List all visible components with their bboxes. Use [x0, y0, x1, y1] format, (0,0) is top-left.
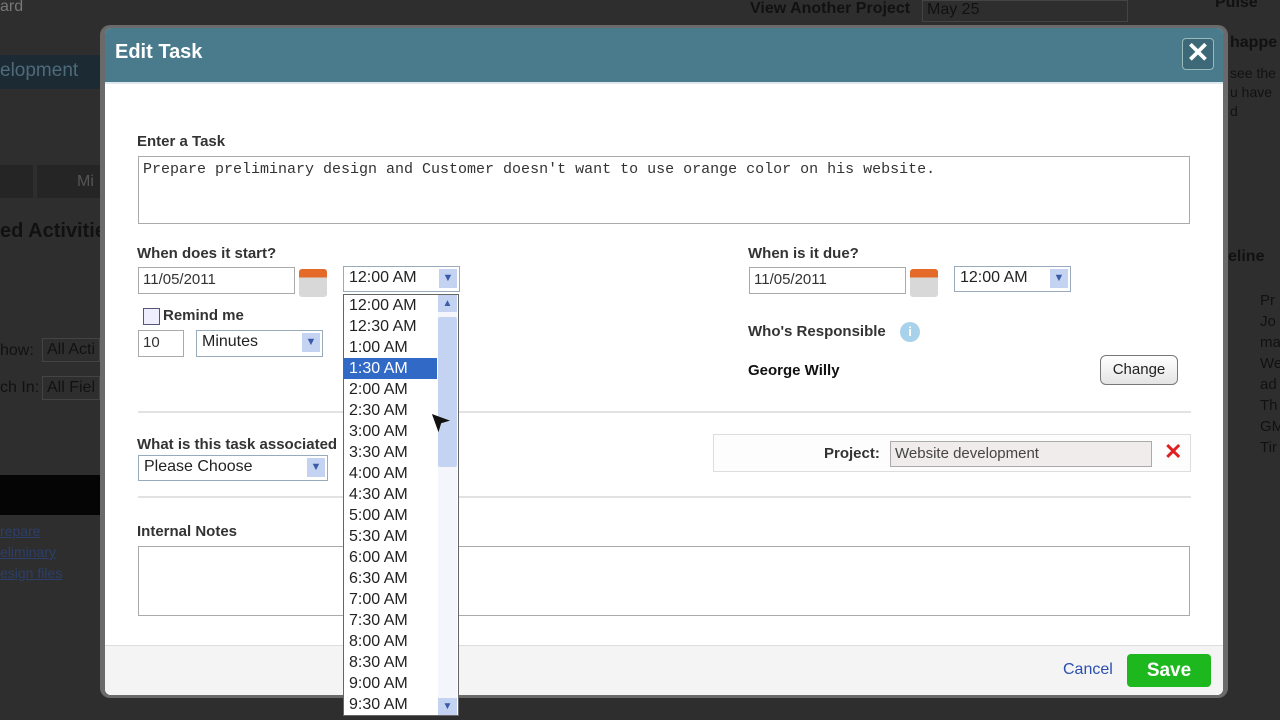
time-option[interactable]: 4:30 AM	[344, 484, 437, 505]
time-option[interactable]: 5:30 AM	[344, 526, 437, 547]
bg-bar	[0, 475, 100, 515]
due-date-input[interactable]: 11/05/2011	[749, 267, 906, 294]
time-option[interactable]: 12:30 AM	[344, 316, 437, 337]
bg-text: May 25	[922, 0, 1128, 22]
notes-textarea[interactable]	[138, 546, 1190, 616]
start-date-input[interactable]: 11/05/2011	[138, 267, 295, 294]
bg-text: All Acti	[42, 338, 101, 362]
bg-links: repare eliminary esign files	[0, 523, 63, 581]
bg-heading: ed Activitie	[0, 220, 106, 242]
bg-text: All Fiel	[42, 376, 101, 400]
start-label: When does it start?	[137, 245, 277, 262]
start-time-dropdown-list[interactable]: 12:00 AM 12:30 AM 1:00 AM 1:30 AM 2:00 AM 2:3…	[343, 294, 459, 716]
responsible-label: Who's Responsible	[748, 323, 886, 340]
time-option[interactable]: 5:00 AM	[344, 505, 437, 526]
scroll-up-icon[interactable]: ▲	[438, 295, 457, 312]
bg-tab	[0, 165, 33, 198]
association-select[interactable]: Please Choose ▼	[138, 455, 328, 481]
time-option[interactable]: 1:30 AM	[344, 358, 437, 379]
edit-task-dialog: Edit Task ✕ Enter a Task Prepare prelimi…	[105, 28, 1223, 695]
chevron-down-icon: ▼	[1050, 269, 1068, 288]
change-button[interactable]: Change	[1100, 355, 1178, 385]
bg-feed: Pr Jo ma We ad Th GM Tir	[1260, 292, 1280, 456]
time-option[interactable]: 7:00 AM	[344, 589, 437, 610]
due-time-select[interactable]: 12:00 AM ▼	[954, 266, 1071, 292]
time-option[interactable]: 2:00 AM	[344, 379, 437, 400]
time-option[interactable]: 12:00 AM	[344, 295, 437, 316]
time-option[interactable]: 3:30 AM	[344, 442, 437, 463]
remind-value-input[interactable]: 10	[138, 330, 184, 357]
project-input[interactable]: Website development	[890, 441, 1152, 467]
save-button[interactable]: Save	[1127, 654, 1211, 687]
bg-text: eline	[1228, 248, 1265, 265]
project-label: Project:	[824, 445, 880, 462]
due-label: When is it due?	[748, 245, 859, 262]
project-box: Project: Website development ✕	[713, 434, 1191, 472]
calendar-icon[interactable]	[910, 269, 938, 297]
time-option[interactable]: 9:30 AM	[344, 694, 437, 715]
cancel-link[interactable]: Cancel	[1063, 661, 1113, 679]
time-option[interactable]: 4:00 AM	[344, 463, 437, 484]
bg-project-bar: elopment	[0, 55, 100, 89]
remind-label: Remind me	[163, 307, 244, 324]
time-option[interactable]: 6:30 AM	[344, 568, 437, 589]
task-textarea[interactable]: Prepare preliminary design and Customer …	[138, 156, 1190, 224]
remove-project-icon[interactable]: ✕	[1164, 439, 1182, 465]
bg-text: ch In:	[0, 379, 40, 396]
info-icon[interactable]: i	[900, 322, 920, 342]
chevron-down-icon: ▼	[439, 269, 457, 288]
time-option[interactable]: 7:30 AM	[344, 610, 437, 631]
scroll-down-icon[interactable]: ▼	[438, 698, 457, 715]
bg-tab: Mi	[37, 165, 100, 198]
bg-text: happe	[1230, 34, 1278, 51]
close-icon[interactable]: ✕	[1182, 38, 1214, 70]
notes-label: Internal Notes	[137, 523, 238, 540]
bg-text: ard	[0, 0, 24, 15]
calendar-icon[interactable]	[299, 269, 327, 297]
task-label: Enter a Task	[137, 133, 226, 150]
time-option[interactable]: 9:00 AM	[344, 673, 437, 694]
bg-text: see the u have d	[1230, 65, 1276, 119]
association-label: What is this task associated	[137, 436, 338, 453]
bg-text: Pulse	[1215, 0, 1258, 11]
bg-text: View Another Project	[750, 0, 911, 17]
divider	[138, 411, 1191, 413]
chevron-down-icon: ▼	[307, 458, 325, 477]
scrollbar-thumb[interactable]	[438, 317, 457, 467]
remind-unit-select[interactable]: Minutes ▼	[196, 330, 323, 357]
time-option[interactable]: 6:00 AM	[344, 547, 437, 568]
time-option[interactable]: 1:00 AM	[344, 337, 437, 358]
bg-text: how:	[0, 342, 34, 359]
scrollbar[interactable]: ▲ ▼	[438, 295, 457, 715]
responsible-name: George Willy	[748, 362, 840, 379]
dialog-title: Edit Task	[115, 41, 203, 63]
chevron-down-icon: ▼	[302, 333, 320, 352]
remind-checkbox[interactable]	[143, 308, 160, 325]
time-option[interactable]: 8:00 AM	[344, 631, 437, 652]
dialog-header: Edit Task ✕	[105, 28, 1223, 84]
time-option[interactable]: 2:30 AM	[344, 400, 437, 421]
start-time-select[interactable]: 12:00 AM ▼	[343, 266, 460, 292]
dialog-footer: Cancel Save	[105, 645, 1223, 695]
divider	[138, 496, 1191, 498]
time-option[interactable]: 8:30 AM	[344, 652, 437, 673]
